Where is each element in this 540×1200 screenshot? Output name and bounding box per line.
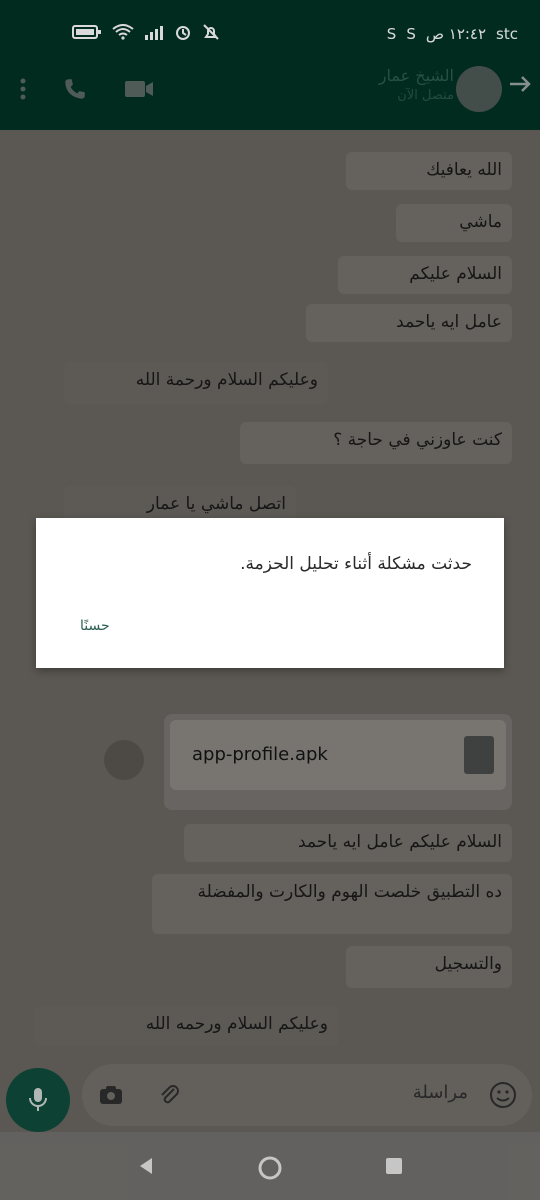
dialog-message: حدثت مشكلة أثناء تحليل الحزمة. bbox=[240, 554, 472, 574]
error-dialog: حدثت مشكلة أثناء تحليل الحزمة. حسنًا bbox=[36, 518, 504, 668]
ok-button[interactable]: حسنًا bbox=[80, 618, 110, 634]
